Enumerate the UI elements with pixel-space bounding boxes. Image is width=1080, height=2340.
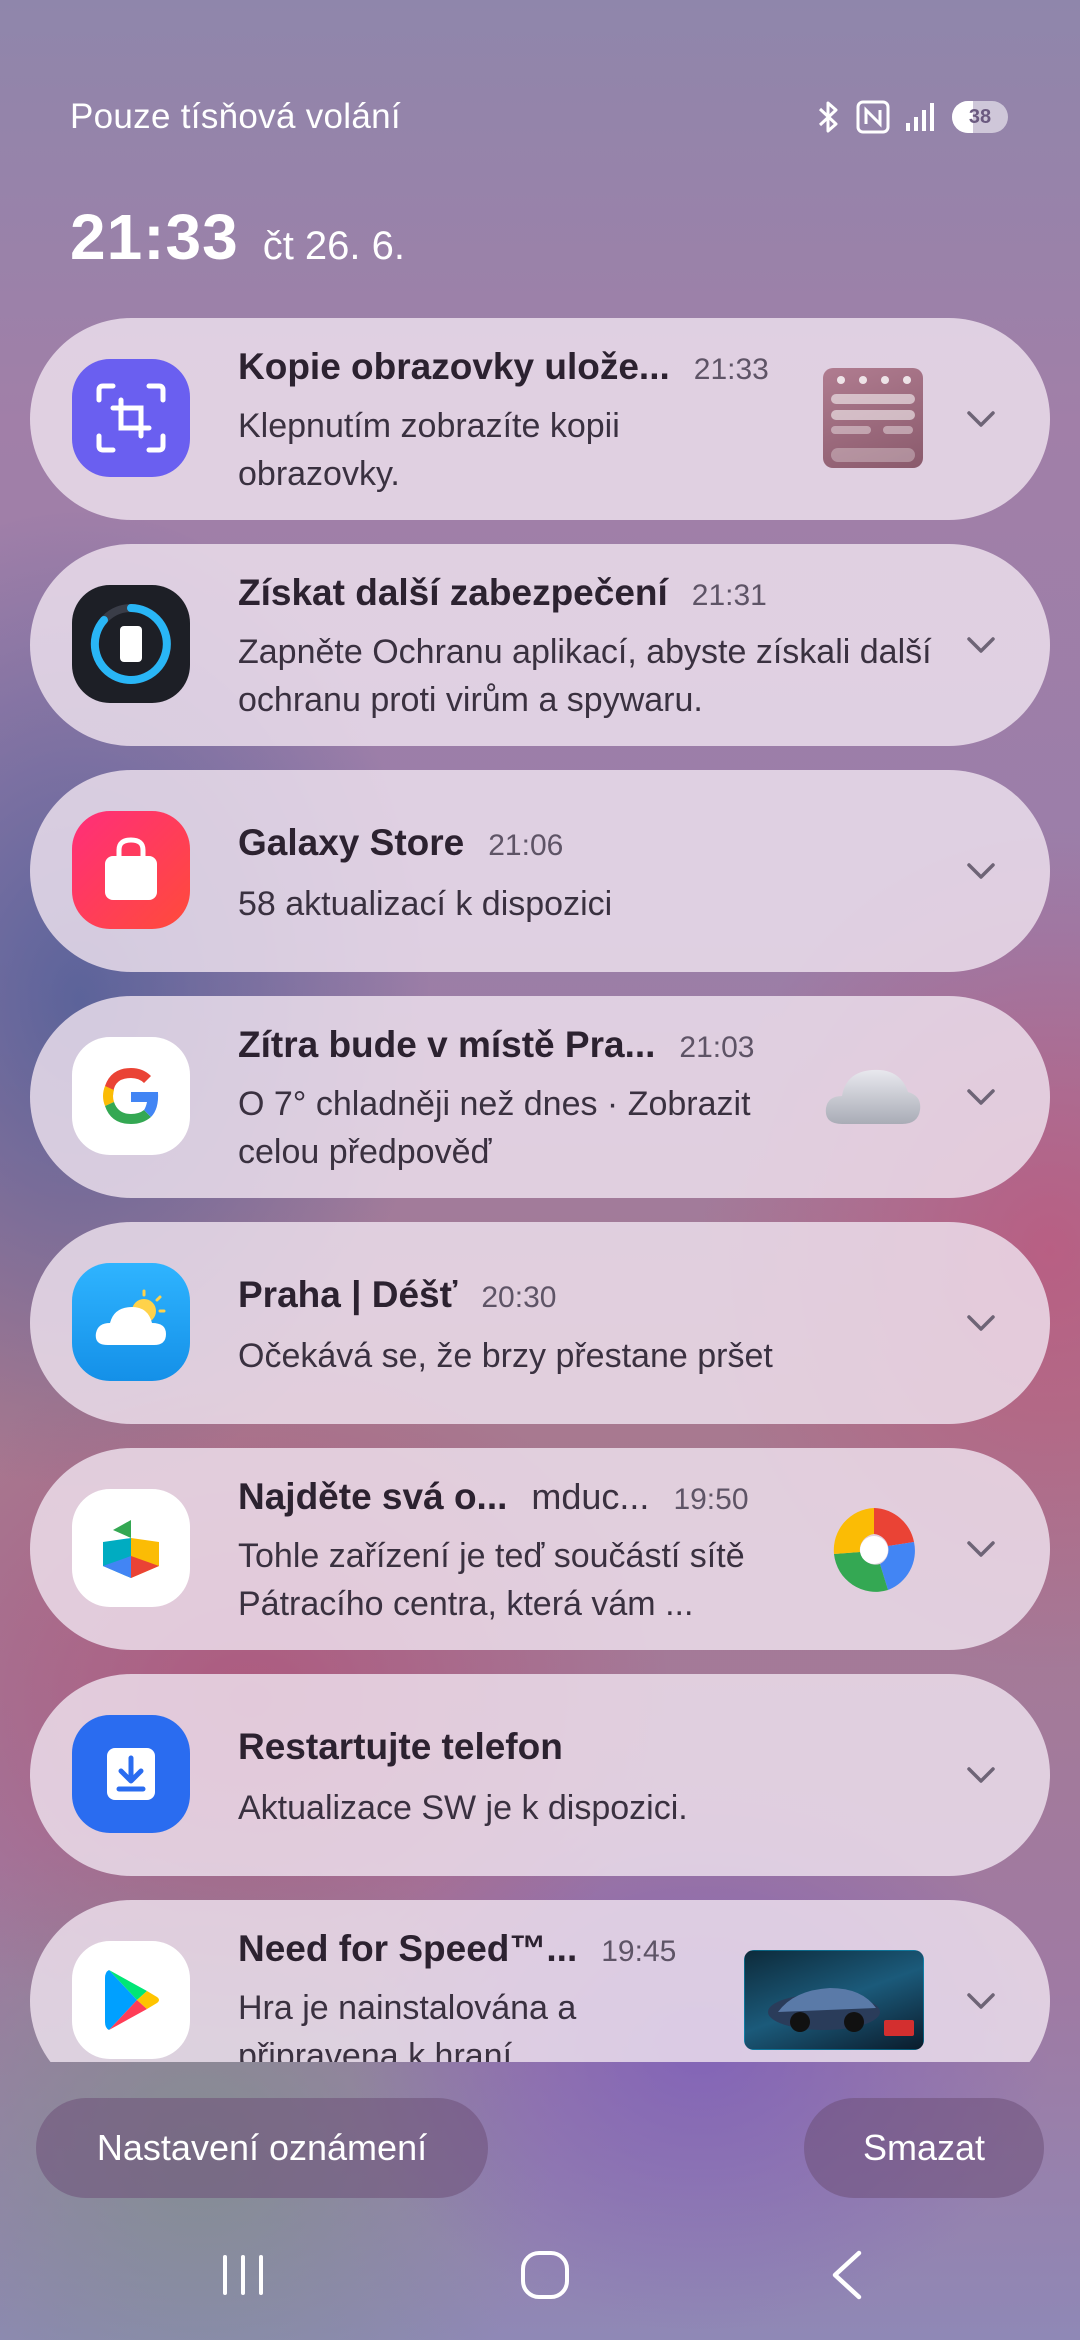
notification-time: 19:50 bbox=[673, 1483, 749, 1516]
notification-title: Získat další zabezpečení bbox=[238, 572, 668, 613]
screenshot-thumbnail[interactable] bbox=[823, 368, 923, 468]
notification-header: Praha | Déšť 20:30 bbox=[238, 1274, 556, 1316]
recents-icon[interactable] bbox=[208, 2240, 278, 2310]
cloud-icon bbox=[822, 1058, 924, 1130]
expand-chevron-icon[interactable] bbox=[964, 402, 998, 436]
expand-chevron-icon[interactable] bbox=[964, 1984, 998, 2018]
notification-body: Klepnutím zobrazíte kopii obrazovky. bbox=[238, 407, 620, 493]
carrier-status-text: Pouze tísňová volání bbox=[70, 97, 401, 136]
expand-chevron-icon[interactable] bbox=[964, 1306, 998, 1340]
notification-time: 19:45 bbox=[601, 1935, 677, 1968]
google-play-icon bbox=[72, 1941, 190, 2059]
notification-find-device[interactable]: Najděte svá o... mduc... 19:50 Tohle zař… bbox=[30, 1448, 1050, 1650]
google-icon bbox=[72, 1037, 190, 1155]
clear-all-button[interactable]: Smazat bbox=[804, 2098, 1044, 2198]
status-icons: 38 bbox=[816, 99, 1008, 135]
notification-body-text: Tohle zařízení je teď součástí sítě Pátr… bbox=[238, 1537, 745, 1623]
back-icon[interactable] bbox=[812, 2240, 882, 2310]
signal-icon bbox=[904, 101, 938, 133]
battery-icon: 38 bbox=[952, 101, 1008, 133]
notification-header: Získat další zabezpečení 21:31 bbox=[238, 572, 767, 614]
battery-level-text: 38 bbox=[968, 105, 992, 128]
notification-title: Najděte svá o... bbox=[238, 1476, 508, 1517]
device-security-icon bbox=[72, 585, 190, 703]
notification-title: Praha | Déšť bbox=[238, 1274, 458, 1315]
notification-header: Kopie obrazovky ulože... 21:33 bbox=[238, 346, 769, 388]
notification-body: Tohle zařízení je teď součástí sítě Pátr… bbox=[238, 1532, 818, 1628]
notification-title: Kopie obrazovky ulože... bbox=[238, 346, 670, 387]
notification-body: 58 aktualizací k dispozici bbox=[238, 885, 613, 923]
notification-time: 21:06 bbox=[488, 829, 564, 862]
notification-body: Hra je nainstalována a připravena k hran… bbox=[238, 1989, 577, 2062]
notification-screenshot[interactable]: Kopie obrazovky ulože... 21:33 Klepnutím… bbox=[30, 318, 1050, 520]
notification-title: Need for Speed™... bbox=[238, 1928, 578, 1969]
notification-time: 20:30 bbox=[481, 1281, 557, 1314]
notification-body: Zapněte Ochranu aplikací, abyste získali… bbox=[238, 633, 932, 719]
expand-chevron-icon[interactable] bbox=[964, 628, 998, 662]
notification-game-installed[interactable]: Need for Speed™... 19:45 Hra je nainstal… bbox=[30, 1900, 1050, 2062]
notification-time: 21:33 bbox=[693, 353, 769, 386]
notification-account: mduc... bbox=[531, 1476, 650, 1517]
weather-icon bbox=[72, 1263, 190, 1381]
notification-title: Galaxy Store bbox=[238, 822, 465, 863]
galaxy-store-icon bbox=[72, 811, 190, 929]
notification-weather[interactable]: Praha | Déšť 20:30 Očekává se, že brzy p… bbox=[30, 1222, 1050, 1424]
bluetooth-icon bbox=[816, 99, 842, 135]
notification-body: Očekává se, že brzy přestane pršet bbox=[238, 1337, 773, 1375]
find-hub-icon bbox=[826, 1502, 922, 1598]
navigation-bar bbox=[0, 2240, 1080, 2310]
game-thumbnail[interactable] bbox=[744, 1950, 924, 2050]
screenshot-app-icon bbox=[72, 359, 190, 477]
software-update-icon bbox=[72, 1715, 190, 1833]
notification-galaxy-store[interactable]: Galaxy Store 21:06 58 aktualizací k disp… bbox=[30, 770, 1050, 972]
notification-header: Need for Speed™... 19:45 bbox=[238, 1928, 676, 1970]
notification-list: Kopie obrazovky ulože... 21:33 Klepnutím… bbox=[30, 318, 1050, 2062]
expand-chevron-icon[interactable] bbox=[964, 1758, 998, 1792]
notification-settings-button[interactable]: Nastavení oznámení bbox=[36, 2098, 488, 2198]
notification-title: Restartujte telefon bbox=[238, 1726, 563, 1767]
notification-time: 21:03 bbox=[679, 1031, 755, 1064]
clock: 21:33 čt 26. 6. bbox=[70, 200, 405, 274]
notification-header: Galaxy Store 21:06 bbox=[238, 822, 563, 864]
notification-software-update[interactable]: Restartujte telefon Aktualizace SW je k … bbox=[30, 1674, 1050, 1876]
notification-header: Restartujte telefon bbox=[238, 1726, 563, 1768]
clock-time: 21:33 bbox=[70, 201, 239, 273]
status-bar: Pouze tísňová volání 38 bbox=[70, 92, 1008, 142]
nfc-icon bbox=[856, 100, 890, 134]
google-play-services-icon bbox=[72, 1489, 190, 1607]
notification-google-forecast[interactable]: Zítra bude v místě Pra... 21:03 O 7° chl… bbox=[30, 996, 1050, 1198]
expand-chevron-icon[interactable] bbox=[964, 1532, 998, 1566]
notification-header: Najděte svá o... mduc... 19:50 bbox=[238, 1476, 749, 1518]
notification-time: 21:31 bbox=[691, 579, 767, 612]
clock-date: čt 26. 6. bbox=[262, 224, 405, 268]
notification-header: Zítra bude v místě Pra... 21:03 bbox=[238, 1024, 754, 1066]
home-icon[interactable] bbox=[510, 2240, 580, 2310]
expand-chevron-icon[interactable] bbox=[964, 1080, 998, 1114]
expand-chevron-icon[interactable] bbox=[964, 854, 998, 888]
notification-title: Zítra bude v místě Pra... bbox=[238, 1024, 656, 1065]
notification-body: Aktualizace SW je k dispozici. bbox=[238, 1789, 688, 1827]
notification-security[interactable]: Získat další zabezpečení 21:31 Zapněte O… bbox=[30, 544, 1050, 746]
notification-body: O 7° chladněji než dnes · Zobrazit celou… bbox=[238, 1085, 751, 1171]
